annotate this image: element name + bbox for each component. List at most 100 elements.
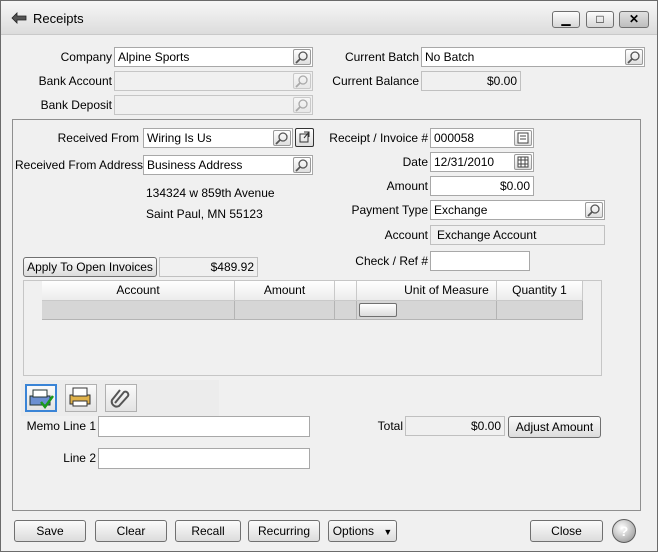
- calendar-icon[interactable]: [514, 154, 532, 170]
- grid-cell-account[interactable]: [42, 301, 235, 320]
- recurring-button[interactable]: Recurring: [248, 520, 320, 542]
- payment-type-value: Exchange: [434, 203, 488, 217]
- attachment-button[interactable]: [105, 384, 137, 412]
- apply-to-open-invoices-button[interactable]: Apply To Open Invoices: [23, 257, 157, 277]
- attachment-icon: [106, 389, 134, 412]
- date-field[interactable]: 12/31/2010: [430, 152, 534, 172]
- maximize-button[interactable]: □: [586, 11, 614, 28]
- bank-deposit-field[interactable]: [114, 95, 313, 115]
- payment-type-field[interactable]: Exchange: [430, 200, 605, 220]
- distribution-grid[interactable]: Account Amount Unit of Measure Quantity …: [23, 280, 602, 376]
- save-button[interactable]: Save: [14, 520, 86, 542]
- invoice-number-picker-icon[interactable]: [514, 130, 532, 146]
- receipt-invoice-field[interactable]: 000058: [430, 128, 534, 148]
- grid-cell-unit-of-measure[interactable]: [357, 301, 497, 320]
- received-from-address-field[interactable]: Business Address: [143, 155, 313, 175]
- grid-header-unit-of-measure[interactable]: Unit of Measure: [357, 281, 497, 301]
- minimize-button[interactable]: ▁: [552, 11, 580, 28]
- bank-deposit-magnifier-icon[interactable]: [293, 97, 311, 113]
- line-2-label: Line 2: [63, 451, 96, 465]
- open-customer-button[interactable]: [295, 128, 314, 147]
- unit-of-measure-cell-button[interactable]: [359, 303, 397, 317]
- amount-field[interactable]: $0.00: [430, 176, 534, 196]
- total-field: $0.00: [405, 416, 505, 436]
- grid-cell-amount[interactable]: [235, 301, 335, 320]
- grid-header-amount[interactable]: Amount: [235, 281, 335, 301]
- current-batch-field[interactable]: No Batch: [421, 47, 645, 67]
- payment-type-label: Payment Type: [351, 203, 429, 217]
- apply-to-open-invoices-label: Apply To Open Invoices: [27, 260, 153, 274]
- recurring-label: Recurring: [257, 524, 311, 538]
- received-from-address-value: Business Address: [147, 158, 243, 172]
- app-icon: [11, 11, 27, 25]
- current-balance-field: $0.00: [421, 71, 521, 91]
- bank-account-field[interactable]: [114, 71, 313, 91]
- receipt-invoice-value: 000058: [434, 131, 475, 145]
- received-from-label: Received From: [57, 131, 139, 145]
- clear-label: Clear: [116, 524, 146, 538]
- grid-cell-blank[interactable]: [335, 301, 357, 320]
- check-print-icon: [27, 389, 55, 413]
- bank-account-magnifier-icon[interactable]: [293, 73, 311, 89]
- receipts-window: Receipts ▁ □ ✕ Company Alpine Sports Ban…: [0, 0, 658, 552]
- payment-type-magnifier-icon[interactable]: [585, 202, 603, 218]
- title-bar: Receipts ▁ □ ✕: [1, 1, 657, 35]
- close-icon: ✕: [628, 12, 640, 26]
- window-title: Receipts: [33, 11, 84, 26]
- current-balance-label: Current Balance: [332, 74, 419, 88]
- close-button[interactable]: Close: [530, 520, 603, 542]
- company-value: Alpine Sports: [118, 50, 190, 64]
- line-2-field[interactable]: [98, 448, 310, 469]
- current-batch-label: Current Batch: [344, 50, 419, 64]
- open-record-icon: [296, 131, 313, 149]
- received-from-field[interactable]: Wiring Is Us: [143, 128, 293, 148]
- address-line-1: 134324 w 859th Avenue: [146, 186, 275, 200]
- adjust-amount-button[interactable]: Adjust Amount: [508, 416, 601, 438]
- clear-button[interactable]: Clear: [95, 520, 167, 542]
- receipt-invoice-label: Receipt / Invoice #: [329, 131, 428, 145]
- grid-header-account[interactable]: Account: [42, 281, 235, 301]
- adjust-amount-label: Adjust Amount: [515, 420, 594, 434]
- help-icon: ?: [619, 523, 629, 539]
- amount-label: Amount: [386, 179, 428, 193]
- dropdown-arrow-icon: ▼: [383, 527, 393, 537]
- bank-account-label: Bank Account: [38, 74, 112, 88]
- current-batch-magnifier-icon[interactable]: [625, 49, 643, 65]
- address-magnifier-icon[interactable]: [293, 157, 311, 173]
- company-field[interactable]: Alpine Sports: [114, 47, 313, 67]
- received-from-address-label: Received From Address: [15, 158, 144, 172]
- options-label: Options: [332, 524, 375, 538]
- total-label: Total: [377, 419, 403, 433]
- address-line-2: Saint Paul, MN 55123: [146, 207, 263, 221]
- account-field: Exchange Account: [430, 225, 605, 245]
- recall-label: Recall: [191, 524, 225, 538]
- print-button[interactable]: [65, 384, 97, 412]
- received-from-magnifier-icon[interactable]: [273, 130, 291, 146]
- bank-deposit-label: Bank Deposit: [40, 98, 112, 112]
- save-label: Save: [36, 524, 64, 538]
- current-batch-value: No Batch: [425, 50, 475, 64]
- maximize-icon: □: [596, 12, 604, 26]
- company-label: Company: [60, 50, 112, 64]
- close-window-button[interactable]: ✕: [619, 11, 649, 28]
- grid-cell-quantity-1[interactable]: [497, 301, 583, 320]
- grid-header-blank[interactable]: [335, 281, 357, 301]
- received-from-value: Wiring Is Us: [147, 131, 212, 145]
- check-ref-field[interactable]: [430, 251, 530, 271]
- print-icon: [66, 387, 94, 412]
- check-print-button[interactable]: [25, 384, 57, 412]
- company-lookup-magnifier-icon[interactable]: [293, 49, 311, 65]
- account-label: Account: [384, 228, 428, 242]
- memo-line-1-label: Memo Line 1: [26, 419, 96, 433]
- help-button[interactable]: ?: [612, 519, 636, 543]
- date-label: Date: [402, 155, 428, 169]
- options-button[interactable]: Options ▼: [328, 520, 397, 542]
- date-value: 12/31/2010: [434, 155, 495, 169]
- memo-line-1-field[interactable]: [98, 416, 310, 437]
- close-label: Close: [551, 524, 582, 538]
- recall-button[interactable]: Recall: [175, 520, 241, 542]
- grid-header-quantity-1[interactable]: Quantity 1: [497, 281, 583, 301]
- minimize-icon: ▁: [561, 12, 571, 26]
- open-invoices-total-field: $489.92: [159, 257, 258, 277]
- check-ref-label: Check / Ref #: [355, 254, 428, 268]
